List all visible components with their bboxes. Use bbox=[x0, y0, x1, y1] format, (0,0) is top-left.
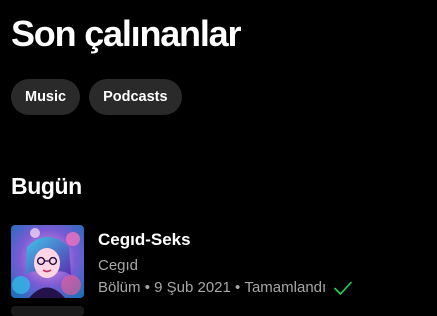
podcast-cover-image[interactable] bbox=[11, 225, 84, 298]
filter-chips: Music Podcasts bbox=[11, 79, 182, 115]
episode-title[interactable]: Cegıd-Seks bbox=[98, 229, 191, 251]
meta-separator-dot: • bbox=[230, 279, 245, 296]
section-title-today: Bugün bbox=[11, 173, 82, 199]
episode-meta: Bölüm • 9 Şub 2021 • Tamamlandı bbox=[98, 278, 353, 298]
episode-row[interactable]: Cegıd-Seks Cegıd Bölüm • 9 Şub 2021 • Ta… bbox=[11, 225, 431, 305]
episode-type: Bölüm bbox=[98, 279, 141, 296]
next-episode-cover-partial[interactable] bbox=[11, 306, 84, 316]
filter-chip-podcasts[interactable]: Podcasts bbox=[89, 79, 182, 115]
page-title: Son çalınanlar bbox=[11, 13, 241, 54]
episode-show-name[interactable]: Cegıd bbox=[98, 256, 138, 276]
episode-date: 9 Şub 2021 bbox=[154, 279, 231, 296]
filter-chip-music[interactable]: Music bbox=[11, 79, 81, 115]
episode-status: Tamamlandı bbox=[244, 279, 327, 296]
check-icon bbox=[333, 280, 353, 296]
meta-separator-dot: • bbox=[140, 279, 155, 296]
